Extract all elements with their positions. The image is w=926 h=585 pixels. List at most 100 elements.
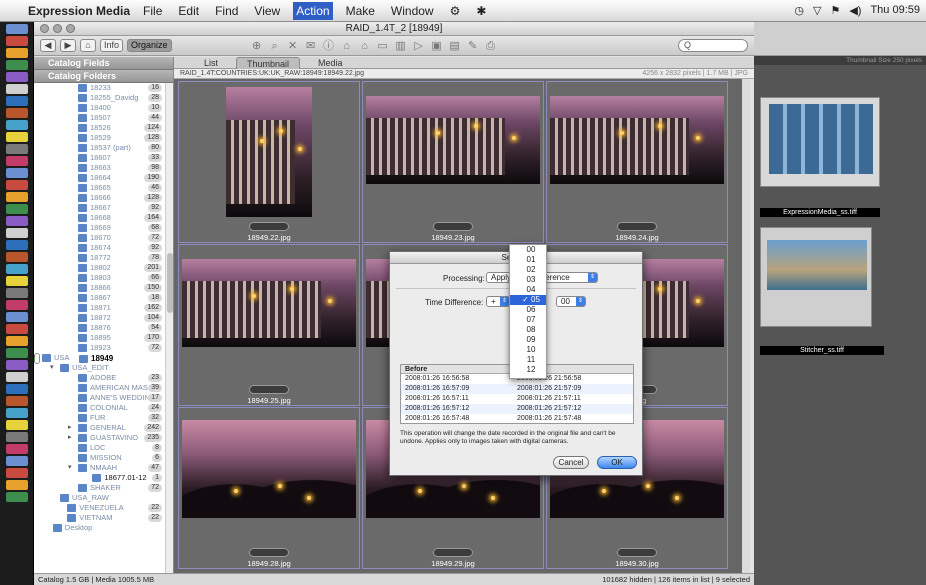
hour-option[interactable]: 07 bbox=[510, 315, 546, 325]
dock-app-icon[interactable] bbox=[6, 396, 28, 406]
folder-item[interactable]: ▾ NMAAH 47 bbox=[34, 463, 174, 473]
hour-option[interactable]: ✓ 05 bbox=[510, 295, 546, 305]
slideshow-icon[interactable]: ▣ bbox=[430, 40, 444, 52]
app-menu[interactable]: Expression Media bbox=[28, 4, 130, 18]
hour-option[interactable]: 10 bbox=[510, 345, 546, 355]
folder-item[interactable]: MISSION 6 bbox=[34, 453, 174, 463]
plugin-menu-icon[interactable]: ✱ bbox=[473, 2, 489, 20]
dock-app-icon[interactable] bbox=[6, 72, 28, 82]
folder-item[interactable]: 18895 170 bbox=[34, 333, 174, 343]
menu-make[interactable]: Make bbox=[343, 2, 378, 20]
table-row[interactable]: 2008:01:26 16:57:48 2008:01:26 21:57:48 bbox=[401, 414, 633, 424]
import-icon[interactable]: ⊕ bbox=[250, 40, 264, 52]
thumbnail-cell[interactable]: 18949.23.jpg bbox=[362, 81, 544, 243]
info-button[interactable]: Info bbox=[100, 39, 124, 52]
dock-app-icon[interactable] bbox=[6, 432, 28, 442]
folder-item[interactable]: 18772 78 bbox=[34, 253, 174, 263]
close-button[interactable] bbox=[40, 24, 49, 33]
rating-control[interactable] bbox=[249, 548, 289, 557]
forward-button[interactable]: ▶ bbox=[60, 39, 76, 52]
clock[interactable]: Thu 09:59 bbox=[870, 4, 920, 17]
folder-item[interactable]: VIETNAM 22 bbox=[34, 513, 174, 523]
compare-icon[interactable]: ▭ bbox=[376, 40, 390, 52]
folder-item[interactable]: ADOBE 23 bbox=[34, 373, 174, 383]
dock-app-icon[interactable] bbox=[6, 204, 28, 214]
folder-item[interactable]: 18669 68 bbox=[34, 223, 174, 233]
folder-item[interactable]: 18537 (part) 80 bbox=[34, 143, 174, 153]
zoom-icon[interactable]: ⌕ bbox=[268, 40, 282, 52]
folder-item[interactable]: 18871 162 bbox=[34, 303, 174, 313]
dock-app-icon[interactable] bbox=[6, 96, 28, 106]
folder-item[interactable]: ▸ GENERAL 242 bbox=[34, 423, 174, 433]
minutes-select[interactable]: 00 ⇕ bbox=[556, 296, 586, 307]
dock-app-icon[interactable] bbox=[6, 192, 28, 202]
time-machine-icon[interactable]: ◷ bbox=[794, 4, 804, 17]
chart-icon[interactable]: ▥ bbox=[394, 40, 408, 52]
folder-item[interactable]: ▾ USA_EDIT bbox=[34, 363, 174, 373]
dock-app-icon[interactable] bbox=[6, 48, 28, 58]
folder-item[interactable]: COLONIAL 24 bbox=[34, 403, 174, 413]
table-row[interactable]: 2008:01:26 16:57:12 2008:01:26 21:57:12 bbox=[401, 404, 633, 414]
sidebar-scrollbar[interactable] bbox=[165, 83, 173, 573]
folder-item[interactable]: ANNE'S WEDDIN 17 bbox=[34, 393, 174, 403]
dock-app-icon[interactable] bbox=[6, 252, 28, 262]
folder-item[interactable]: 18670 72 bbox=[34, 233, 174, 243]
play-icon[interactable]: ▷ bbox=[412, 40, 426, 52]
folder-item[interactable]: 18667 92 bbox=[34, 203, 174, 213]
folder-item[interactable]: Desktop bbox=[34, 523, 174, 533]
folder-item[interactable]: ▸ GUASTAVINO 235 bbox=[34, 433, 174, 443]
hour-option[interactable]: 03 bbox=[510, 275, 546, 285]
menu-find[interactable]: Find bbox=[212, 2, 241, 20]
folder-item[interactable]: 18876 54 bbox=[34, 323, 174, 333]
folder-item[interactable]: 18872 104 bbox=[34, 313, 174, 323]
folder-item[interactable]: 18507 44 bbox=[34, 113, 174, 123]
table-row[interactable]: 2008:01:26 16:57:09 2008:01:26 21:57:09 bbox=[401, 384, 633, 394]
dock-app-icon[interactable] bbox=[6, 168, 28, 178]
tab-thumbnail[interactable]: Thumbnail bbox=[236, 56, 301, 69]
folder-item[interactable]: 18867 18 bbox=[34, 293, 174, 303]
thumbnail-cell[interactable]: 18949.28.jpg bbox=[178, 407, 360, 569]
hour-option[interactable]: 08 bbox=[510, 325, 546, 335]
dock-app-icon[interactable] bbox=[6, 324, 28, 334]
cancel-button[interactable]: Cancel bbox=[553, 456, 589, 469]
folder-item[interactable]: 18802 201 bbox=[34, 263, 174, 273]
dock-app-icon[interactable] bbox=[6, 420, 28, 430]
dock-app-icon[interactable] bbox=[6, 444, 28, 454]
rating-control[interactable] bbox=[617, 548, 657, 557]
back-button[interactable]: ◀ bbox=[40, 39, 56, 52]
folder-item[interactable]: 18668 164 bbox=[34, 213, 174, 223]
grid-scrollbar[interactable] bbox=[742, 79, 750, 573]
dock-app-icon[interactable] bbox=[6, 276, 28, 286]
dock-app-icon[interactable] bbox=[6, 456, 28, 466]
thumbnail-cell[interactable]: 18949.24.jpg bbox=[546, 81, 728, 243]
rating-control[interactable] bbox=[249, 385, 289, 394]
folder-item[interactable]: 18663 98 bbox=[34, 163, 174, 173]
hour-option[interactable]: 06 bbox=[510, 305, 546, 315]
hour-option[interactable]: 12 bbox=[510, 365, 546, 375]
folder-up-icon[interactable]: ⌂ bbox=[358, 40, 372, 52]
background-thumbnail[interactable] bbox=[760, 97, 880, 187]
dock-app-icon[interactable] bbox=[6, 360, 28, 370]
delete-icon[interactable]: ✕ bbox=[286, 40, 300, 52]
dock-app-icon[interactable] bbox=[6, 372, 28, 382]
disclosure-triangle-icon[interactable]: ▾ bbox=[50, 363, 54, 373]
folder-item[interactable]: SHAKER 72 bbox=[34, 483, 174, 493]
catalog-folders-header[interactable]: Catalog Folders bbox=[34, 70, 173, 83]
dock-app-icon[interactable] bbox=[6, 336, 28, 346]
web-gallery-icon[interactable]: ▤ bbox=[448, 40, 462, 52]
flag-icon[interactable]: ⚑ bbox=[830, 4, 840, 17]
disclosure-triangle-icon[interactable]: ▸ bbox=[68, 423, 72, 433]
folder-item[interactable]: 18677.01-12 1 bbox=[34, 473, 174, 483]
disclosure-triangle-icon[interactable]: ▾ bbox=[68, 463, 72, 473]
folder-item[interactable]: 18866 150 bbox=[34, 283, 174, 293]
thumbnail-cell[interactable]: 18949.22.jpg bbox=[178, 81, 360, 243]
rating-control[interactable] bbox=[433, 222, 473, 231]
dock-app-icon[interactable] bbox=[6, 84, 28, 94]
folder-item[interactable]: ▾ USA bbox=[34, 353, 174, 363]
folder-item[interactable]: 18233 16 bbox=[34, 83, 174, 93]
dock-app-icon[interactable] bbox=[6, 228, 28, 238]
mail-icon[interactable]: ✉ bbox=[304, 40, 318, 52]
dock-app-icon[interactable] bbox=[6, 216, 28, 226]
disclosure-triangle-icon[interactable]: ▸ bbox=[68, 433, 72, 443]
dock-app-icon[interactable] bbox=[6, 132, 28, 142]
